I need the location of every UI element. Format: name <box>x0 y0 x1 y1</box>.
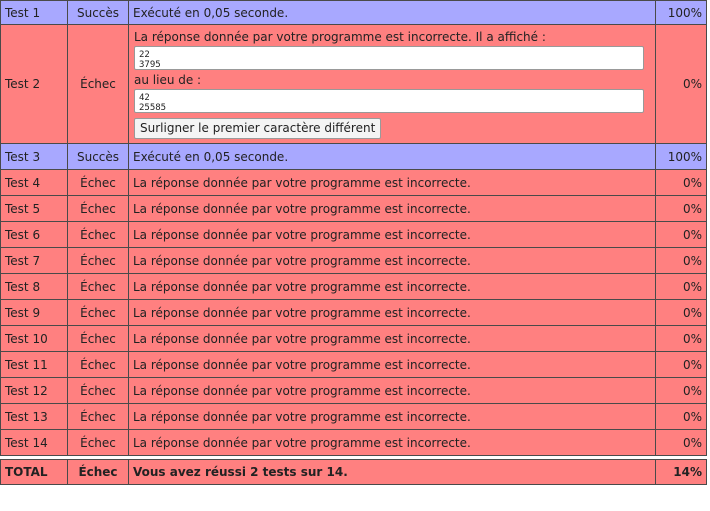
test-status: Échec <box>67 377 129 404</box>
test-detail: La réponse donnée par votre programme es… <box>128 24 656 144</box>
result-row-test-4: Test 4 Échec La réponse donnée par votre… <box>0 169 707 196</box>
test-status: Succès <box>67 0 129 25</box>
test-score: 0% <box>655 24 707 144</box>
test-name: Test 7 <box>0 247 68 274</box>
result-row-test-14: Test 14 Échec La réponse donnée par votr… <box>0 429 707 456</box>
test-message: La réponse donnée par votre programme es… <box>128 273 656 300</box>
test-message: La réponse donnée par votre programme es… <box>128 325 656 352</box>
total-score: 14% <box>655 459 707 485</box>
result-row-test-2: Test 2 Échec La réponse donnée par votre… <box>0 24 707 144</box>
test-status: Échec <box>67 169 129 196</box>
test-message: La réponse donnée par votre programme es… <box>128 221 656 248</box>
result-row-test-12: Test 12 Échec La réponse donnée par votr… <box>0 377 707 404</box>
result-row-test-1: Test 1 Succès Exécuté en 0,05 seconde. 1… <box>0 0 707 25</box>
test-name: Test 4 <box>0 169 68 196</box>
result-row-test-8: Test 8 Échec La réponse donnée par votre… <box>0 273 707 300</box>
output-line: 25585 <box>139 103 167 113</box>
test-status: Échec <box>67 429 129 456</box>
test-message: Exécuté en 0,05 seconde. <box>128 0 656 25</box>
test-score: 0% <box>655 429 707 456</box>
test-name: Test 6 <box>0 221 68 248</box>
test-message: La réponse donnée par votre programme es… <box>134 30 546 44</box>
test-score: 0% <box>655 351 707 378</box>
test-message: La réponse donnée par votre programme es… <box>128 247 656 274</box>
test-score: 100% <box>655 0 707 25</box>
expected-output-box[interactable]: 42 25585 <box>134 89 644 113</box>
result-row-test-9: Test 9 Échec La réponse donnée par votre… <box>0 299 707 326</box>
test-name: Test 8 <box>0 273 68 300</box>
test-name: Test 12 <box>0 377 68 404</box>
test-score: 0% <box>655 403 707 430</box>
test-status: Succès <box>67 143 129 170</box>
total-label: TOTAL <box>0 459 68 485</box>
highlight-first-difference-button[interactable]: Surligner le premier caractère différent <box>134 118 382 139</box>
output-line: 3795 <box>139 60 161 70</box>
result-row-test-11: Test 11 Échec La réponse donnée par votr… <box>0 351 707 378</box>
test-message: La réponse donnée par votre programme es… <box>128 403 656 430</box>
test-results-table: Test 1 Succès Exécuté en 0,05 seconde. 1… <box>0 0 707 485</box>
program-output-box[interactable]: 22 3795 <box>134 46 644 70</box>
test-message: La réponse donnée par votre programme es… <box>128 169 656 196</box>
total-row: TOTAL Échec Vous avez réussi 2 tests sur… <box>0 459 707 485</box>
total-status: Échec <box>67 459 129 485</box>
test-name: Test 3 <box>0 143 68 170</box>
test-name: Test 13 <box>0 403 68 430</box>
result-row-test-10: Test 10 Échec La réponse donnée par votr… <box>0 325 707 352</box>
test-message: La réponse donnée par votre programme es… <box>128 351 656 378</box>
test-message: La réponse donnée par votre programme es… <box>128 377 656 404</box>
test-name: Test 9 <box>0 299 68 326</box>
expected-label: au lieu de : <box>134 73 202 87</box>
result-row-test-7: Test 7 Échec La réponse donnée par votre… <box>0 247 707 274</box>
test-message: La réponse donnée par votre programme es… <box>128 195 656 222</box>
test-score: 0% <box>655 169 707 196</box>
result-row-test-5: Test 5 Échec La réponse donnée par votre… <box>0 195 707 222</box>
test-message: La réponse donnée par votre programme es… <box>128 299 656 326</box>
test-status: Échec <box>67 24 129 144</box>
test-status: Échec <box>67 403 129 430</box>
test-status: Échec <box>67 221 129 248</box>
test-score: 0% <box>655 377 707 404</box>
output-line: 42 <box>139 93 150 103</box>
test-status: Échec <box>67 273 129 300</box>
result-row-test-6: Test 6 Échec La réponse donnée par votre… <box>0 221 707 248</box>
test-score: 0% <box>655 273 707 300</box>
output-line: 22 <box>139 50 150 60</box>
test-score: 0% <box>655 195 707 222</box>
test-score: 0% <box>655 299 707 326</box>
test-name: Test 2 <box>0 24 68 144</box>
test-name: Test 14 <box>0 429 68 456</box>
total-message: Vous avez réussi 2 tests sur 14. <box>128 459 656 485</box>
test-score: 100% <box>655 143 707 170</box>
test-name: Test 1 <box>0 0 68 25</box>
result-row-test-13: Test 13 Échec La réponse donnée par votr… <box>0 403 707 430</box>
test-status: Échec <box>67 195 129 222</box>
test-status: Échec <box>67 325 129 352</box>
test-score: 0% <box>655 325 707 352</box>
test-message: Exécuté en 0,05 seconde. <box>128 143 656 170</box>
test-message: La réponse donnée par votre programme es… <box>128 429 656 456</box>
test-status: Échec <box>67 299 129 326</box>
test-score: 0% <box>655 247 707 274</box>
test-name: Test 10 <box>0 325 68 352</box>
test-name: Test 5 <box>0 195 68 222</box>
test-score: 0% <box>655 221 707 248</box>
test-name: Test 11 <box>0 351 68 378</box>
result-row-test-3: Test 3 Succès Exécuté en 0,05 seconde. 1… <box>0 143 707 170</box>
test-status: Échec <box>67 247 129 274</box>
test-status: Échec <box>67 351 129 378</box>
